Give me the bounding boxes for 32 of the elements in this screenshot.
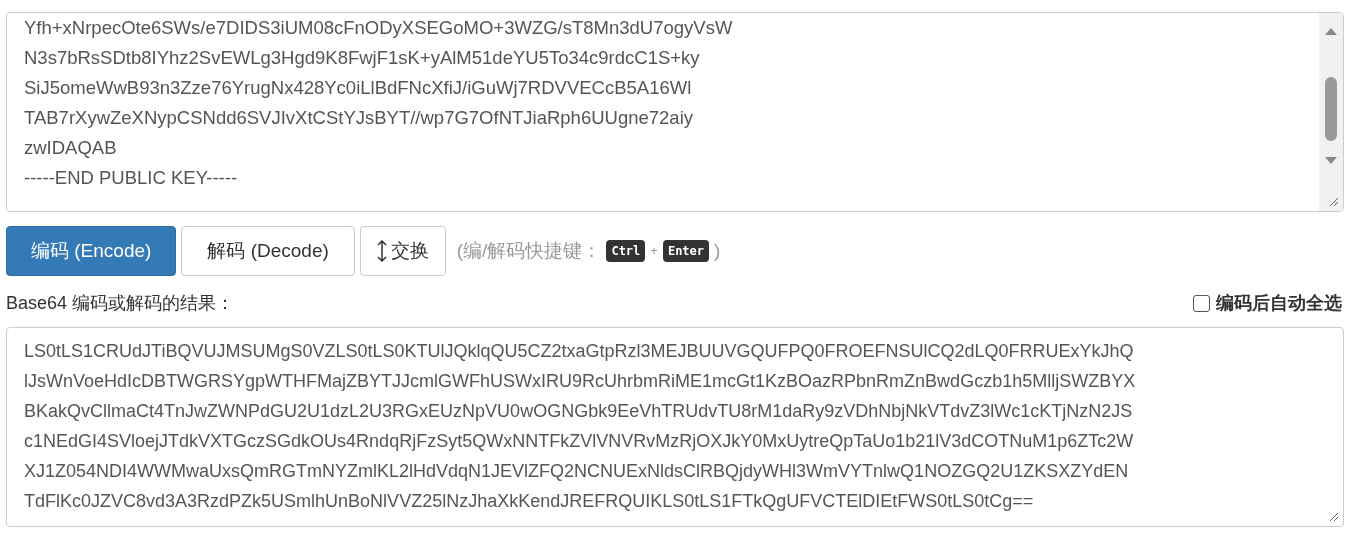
auto-select-checkbox[interactable]	[1193, 295, 1210, 312]
encode-button[interactable]: 编码 (Encode)	[6, 226, 177, 276]
output-text-line: TdFlKc0JZVC8vd3A3RzdPZk5USmlhUnBoNlVVZ25lNzJhaXkKendJREFRQUIKLS0tLS1FTkQgUFVCTElDIEtFWS0tLS0tCg==	[24, 491, 1034, 511]
input-text-line: zwIDAQAB	[24, 137, 117, 158]
key-badge: Ctrl	[606, 240, 646, 262]
plus-sign: +	[650, 242, 658, 261]
scrollbar[interactable]	[1319, 13, 1343, 211]
input-text-line: -----END PUBLIC KEY-----	[24, 167, 238, 188]
swap-button[interactable]: 交换	[359, 226, 446, 276]
scroll-down-icon[interactable]	[1325, 157, 1337, 165]
scroll-up-icon[interactable]	[1325, 27, 1337, 35]
output-text-area[interactable]	[6, 327, 1344, 527]
input-text-line: SiJ5omeWwB93n3Zze76YrugNx428Yc0iLlBdFNcXfiJ/iGuWj7RDVVECcB5A16Wl	[24, 77, 692, 98]
decode-button[interactable]: 解码 (Decode)	[181, 226, 355, 276]
scrollbar-thumb[interactable]	[1325, 77, 1337, 141]
output-text-line: XJ1Z054NDI4WWMwaUxsQmRGTmNYZmlKL2lHdVdqN1JEVlZFQ2NCNUExNldsClRBQjdyWHl3WmVYTnlwQ1NOZGQ2U1ZKSXZYdEN	[24, 461, 1129, 481]
input-text-line: TAB7rXywZeXNypCSNdd6SVJIvXtCStYJsBYT//wp7G7OfNTJiaRph6UUgne72aiy	[24, 107, 693, 128]
up-down-arrow-icon	[376, 240, 387, 262]
output-text-line: c1NEdGI4SVloejJTdkVXTGczSGdkOUs4RndqRjFzSyt5QWxNNTFkZVlVNVRvMzRjOXJkY0MxUytreQpTaUo1b21lV3dCOTNuM1p6ZTc2W	[24, 431, 1134, 451]
auto-select-label: 编码后自动全选	[1216, 292, 1342, 315]
input-text-line: N3s7bRsSDtb8IYhz2SvEWLg3Hgd9K8FwjF1sK+yAlM51deYU5To34c9rdcC1S+ky	[24, 47, 700, 68]
input-text-line: Yfh+xNrpecOte6SWs/e7DIDS3iUM08cFnODyXSEGoMO+3WZG/sT8Mn3dU7ogyVsW	[24, 17, 733, 38]
output-text-line: BKakQvCllmaCt4TnJwZWNPdGU2U1dzL2U3RGxEUzNpVU0wOGNGbk9EeVhTRUdvTU8rM1daRy9zVDhNbjNkVTdvZ3lWc1cKTjNzN2JS	[24, 401, 1133, 421]
key-badge: Enter	[662, 240, 710, 262]
resize-grip-icon[interactable]	[1329, 512, 1339, 522]
shortcut-hint: (编/解码快捷键：	[456, 238, 602, 263]
output-text-line: lJsWnVoeHdIcDBTWGRSYgpWTHFMajZBYTJJcmlGWFhUSWxIRU9RcUhrbmRiME1mcGt1KzBOazRPbnRmZnBwdGczb1h5MlljSWZBYX	[24, 371, 1136, 391]
output-text-line: LS0tLS1CRUdJTiBQVUJMSUMgS0VZLS0tLS0KTUlJQklqQU5CZ2txaGtpRzl3MEJBUUVGQUFPQ0FROEFNSUlCQ2dLQ0FRRUExYkJhQ	[24, 341, 1134, 361]
result-label: Base64 编码或解码的结果：	[6, 292, 235, 315]
resize-grip-icon[interactable]	[1329, 197, 1339, 207]
input-text-area[interactable]	[6, 12, 1344, 212]
shortcut-hint-end: )	[714, 238, 721, 263]
